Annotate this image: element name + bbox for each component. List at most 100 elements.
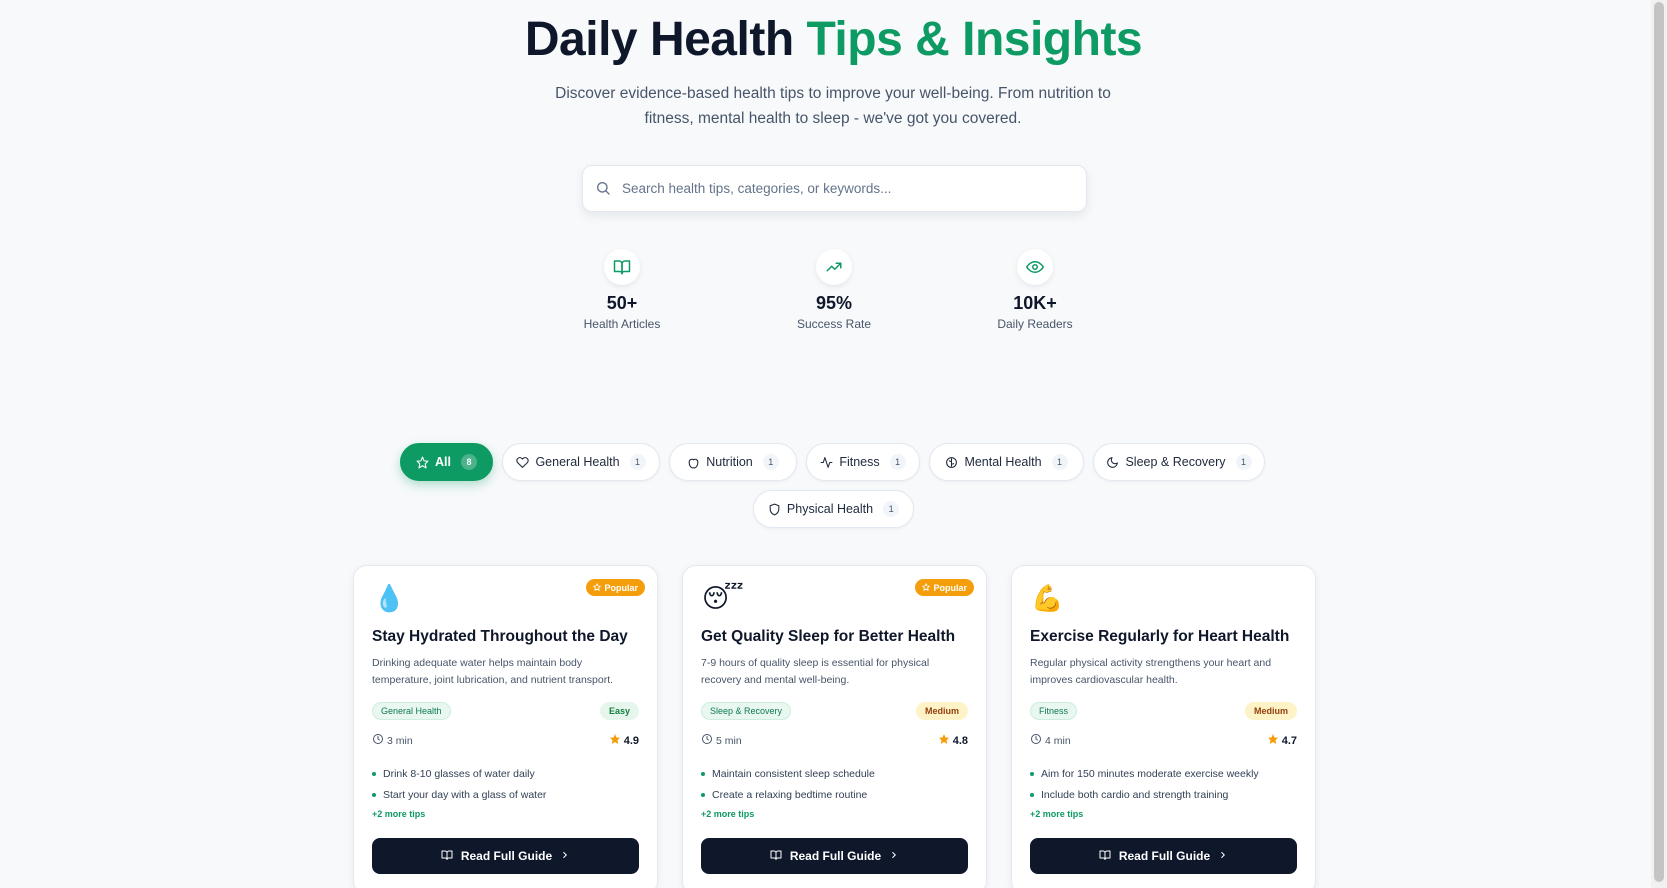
stat-daily-readers: 10K+ Daily Readers	[955, 249, 1115, 331]
read-full-guide-button[interactable]: Read Full Guide	[372, 838, 639, 874]
book-open-icon	[770, 849, 782, 864]
category-tag: General Health	[372, 702, 451, 720]
button-label: Read Full Guide	[460, 849, 553, 863]
filter-label: Nutrition	[706, 455, 753, 469]
filter-count: 1	[629, 454, 646, 470]
filter-label: All	[435, 455, 451, 469]
star-filled-icon	[1267, 733, 1279, 748]
stat-value: 50+	[606, 293, 638, 313]
apple-icon	[687, 456, 700, 469]
stat-health-articles: 50+ Health Articles	[542, 249, 702, 331]
filter-label: Mental Health	[964, 455, 1042, 469]
difficulty-badge: Medium	[915, 702, 968, 720]
popular-badge: Popular	[915, 579, 974, 596]
read-time-value: 3 min	[387, 734, 413, 747]
scrollbar[interactable]	[1651, 0, 1667, 888]
category-tag: Sleep & Recovery	[701, 702, 792, 720]
tip-card[interactable]: 💪 Exercise Regularly for Heart Health Re…	[1011, 565, 1316, 888]
card-title: Exercise Regularly for Heart Health	[1030, 628, 1290, 645]
rating-value: 4.9	[623, 734, 639, 747]
category-tag: Fitness	[1030, 702, 1078, 720]
activity-icon	[820, 456, 833, 469]
more-tips-link[interactable]: +2 more tips	[1030, 809, 1083, 819]
more-tips-link[interactable]: +2 more tips	[701, 809, 754, 819]
book-open-icon	[604, 249, 640, 285]
filter-fitness[interactable]: Fitness 1	[806, 443, 920, 481]
trending-up-icon	[816, 249, 852, 285]
popular-badge-label: Popular	[604, 582, 638, 593]
rating: 4.9	[609, 733, 639, 748]
difficulty-badge: Easy	[599, 702, 639, 720]
filter-label: Physical Health	[786, 502, 874, 516]
filter-count: 1	[762, 454, 779, 470]
water-drop-icon: 💧	[373, 583, 406, 613]
stat-value: 10K+	[1013, 293, 1057, 313]
list-item: Drink 8-10 glasses of water daily	[372, 763, 546, 784]
sleeping-face-icon: 😴	[702, 583, 744, 613]
rating: 4.7	[1267, 733, 1297, 748]
chevron-right-icon	[560, 849, 570, 863]
book-open-icon	[1099, 849, 1111, 864]
chevron-right-icon	[889, 849, 899, 863]
read-time-value: 4 min	[1045, 734, 1071, 747]
list-item: Include both cardio and strength trainin…	[1030, 784, 1259, 805]
filter-physical-health[interactable]: Physical Health 1	[753, 490, 914, 528]
tips-list: Aim for 150 minutes moderate exercise we…	[1030, 763, 1259, 805]
stat-value: 95%	[815, 293, 853, 313]
list-item: Aim for 150 minutes moderate exercise we…	[1030, 763, 1259, 784]
rating: 4.8	[938, 733, 968, 748]
list-item: Start your day with a glass of water	[372, 784, 546, 805]
filter-sleep-recovery[interactable]: Sleep & Recovery 1	[1093, 443, 1265, 481]
filter-label: Fitness	[839, 455, 880, 469]
search-icon	[595, 180, 613, 198]
clock-icon	[1030, 733, 1042, 748]
filter-nutrition[interactable]: Nutrition 1	[669, 443, 797, 481]
scrollbar-thumb[interactable]	[1654, 2, 1664, 882]
page-title-accent: Tips & Insights	[806, 13, 1143, 66]
moon-icon	[1106, 456, 1119, 469]
page-title: Daily Health Tips & Insights	[0, 12, 1667, 67]
star-icon	[416, 456, 429, 469]
star-filled-icon	[609, 733, 621, 748]
card-description: 7-9 hours of quality sleep is essential …	[701, 657, 930, 686]
filter-count: 8	[460, 454, 477, 470]
rating-value: 4.8	[952, 734, 968, 747]
popular-badge: Popular	[586, 579, 645, 596]
list-item: Create a relaxing bedtime routine	[701, 784, 875, 805]
card-description: Drinking adequate water helps maintain b…	[372, 657, 614, 686]
star-icon	[922, 582, 931, 593]
tips-list: Maintain consistent sleep schedule Creat…	[701, 763, 875, 805]
flexed-biceps-icon: 💪	[1031, 583, 1064, 613]
page-title-main: Daily Health	[524, 13, 807, 66]
card-title: Stay Hydrated Throughout the Day	[372, 628, 628, 645]
search-input[interactable]	[622, 181, 1086, 196]
filter-count: 1	[883, 501, 900, 517]
chevron-right-icon	[1218, 849, 1228, 863]
filter-general-health[interactable]: General Health 1	[502, 443, 660, 481]
button-label: Read Full Guide	[789, 849, 882, 863]
more-tips-link[interactable]: +2 more tips	[372, 809, 425, 819]
clock-icon	[372, 733, 384, 748]
star-icon	[593, 582, 602, 593]
card-description: Regular physical activity strengthens yo…	[1030, 657, 1272, 686]
tips-list: Drink 8-10 glasses of water daily Start …	[372, 763, 546, 805]
filter-mental-health[interactable]: Mental Health 1	[929, 443, 1084, 481]
card-title: Get Quality Sleep for Better Health	[701, 628, 956, 645]
rating-value: 4.7	[1281, 734, 1297, 747]
tip-card[interactable]: 💧 Popular Stay Hydrated Throughout the D…	[353, 565, 658, 888]
read-time: 5 min	[701, 733, 742, 748]
filter-label: Sleep & Recovery	[1125, 455, 1226, 469]
read-time: 3 min	[372, 733, 413, 748]
tip-card[interactable]: 😴 Popular Get Quality Sleep for Better H…	[682, 565, 987, 888]
read-full-guide-button[interactable]: Read Full Guide	[701, 838, 968, 874]
read-full-guide-button[interactable]: Read Full Guide	[1030, 838, 1297, 874]
search-bar[interactable]	[582, 165, 1087, 212]
list-item: Maintain consistent sleep schedule	[701, 763, 875, 784]
page-subtitle: Discover evidence-based health tips to i…	[555, 85, 1111, 127]
stat-success-rate: 95% Success Rate	[754, 249, 914, 331]
filter-count: 1	[1235, 454, 1252, 470]
stat-label: Daily Readers	[997, 317, 1073, 331]
star-filled-icon	[938, 733, 950, 748]
button-label: Read Full Guide	[1118, 849, 1211, 863]
filter-all[interactable]: All 8	[400, 443, 493, 481]
